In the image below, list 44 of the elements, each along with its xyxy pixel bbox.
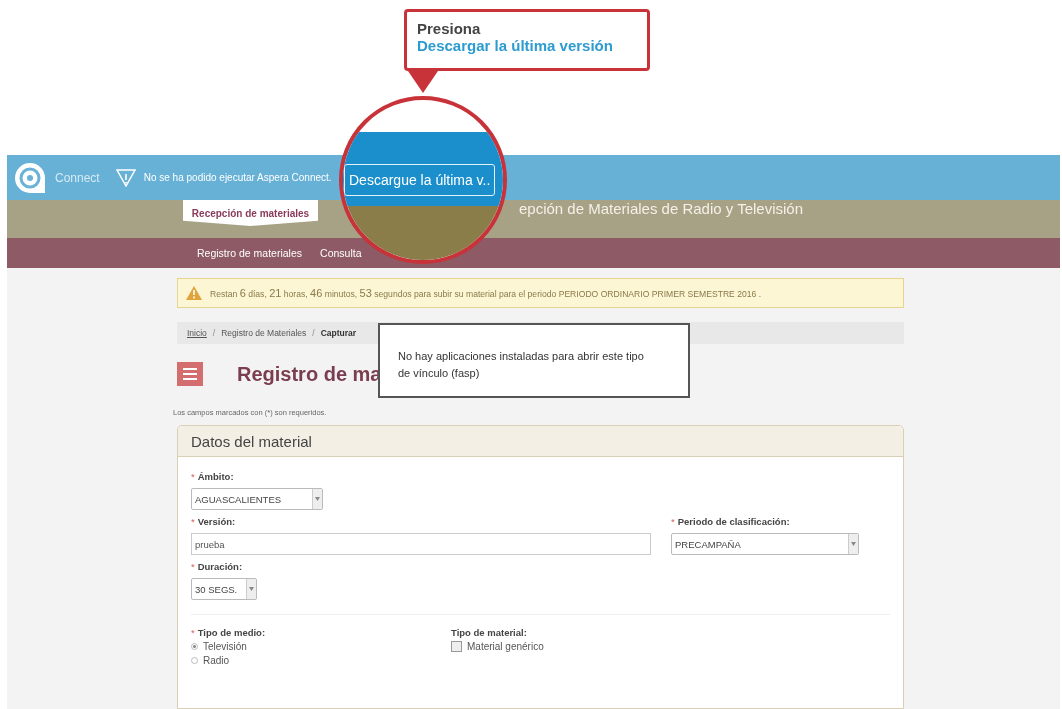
breadcrumb-separator: / (212, 328, 216, 338)
field-label: Tipo de material: (451, 627, 527, 638)
countdown-message: Restan 6 días, 21 horas, 46 minutos, 53 segundos para subir su material para el periodo PERIODO ORDINARIO PRIMER SEMESTRE 2016 . (210, 287, 762, 299)
checkbox[interactable] (451, 641, 462, 652)
required-mark: * (191, 471, 195, 482)
warning-icon (115, 168, 136, 187)
breadcrumb-current: Capturar (320, 328, 357, 338)
field-label: Versión: (197, 516, 236, 527)
error-message: No se ha podido ejecutar Aspera Connect. (143, 172, 332, 183)
breadcrumb-item: Registro de Materiales (221, 328, 307, 338)
required-mark: * (191, 561, 195, 572)
nav-link[interactable]: Consulta (320, 247, 362, 259)
field-label: Ámbito: (197, 471, 234, 482)
select-field[interactable]: PRECAMPAÑA (671, 533, 859, 555)
panel-title: Datos del material (178, 426, 903, 457)
header-tab[interactable]: Recepción de materiales (183, 200, 318, 226)
caret-icon (249, 587, 254, 591)
option-label: Radio (203, 655, 230, 666)
field-label: Tipo de medio: (197, 627, 266, 638)
menu-button[interactable] (177, 362, 203, 386)
input-field[interactable]: prueba (191, 533, 651, 555)
select-field[interactable]: AGUASCALIENTES (191, 488, 323, 510)
connect-logo-icon (13, 160, 47, 195)
option-label: Televisión (203, 641, 247, 652)
radio-button[interactable] (191, 643, 198, 650)
download-button[interactable]: Descargue la última v.. (344, 164, 496, 196)
warning-icon (186, 286, 202, 300)
nav-link[interactable]: Registro de materiales (197, 247, 303, 259)
caret-icon (851, 542, 856, 546)
breadcrumb-link[interactable]: Inicio (187, 328, 207, 338)
breadcrumb-separator: / (312, 328, 315, 338)
callout-title: Presiona (417, 20, 482, 37)
site-title: epción de Materiales de Radio y Televisión (519, 200, 804, 217)
required-mark: * (191, 516, 195, 527)
select-field[interactable]: 30 SEGS. (191, 578, 257, 600)
menu-icon (183, 368, 197, 380)
option-label: Material genérico (467, 641, 544, 652)
required-mark: * (191, 627, 195, 638)
caret-icon (315, 497, 320, 501)
brand-name: Connect (55, 170, 100, 185)
field-label: Periodo de clasificación: (677, 516, 790, 527)
required-mark: * (671, 516, 675, 527)
field-label: Duración: (197, 561, 243, 572)
dialog-message: No hay aplicaciones instaladas para abrir este tipo de vínculo (fasp) (398, 350, 644, 379)
